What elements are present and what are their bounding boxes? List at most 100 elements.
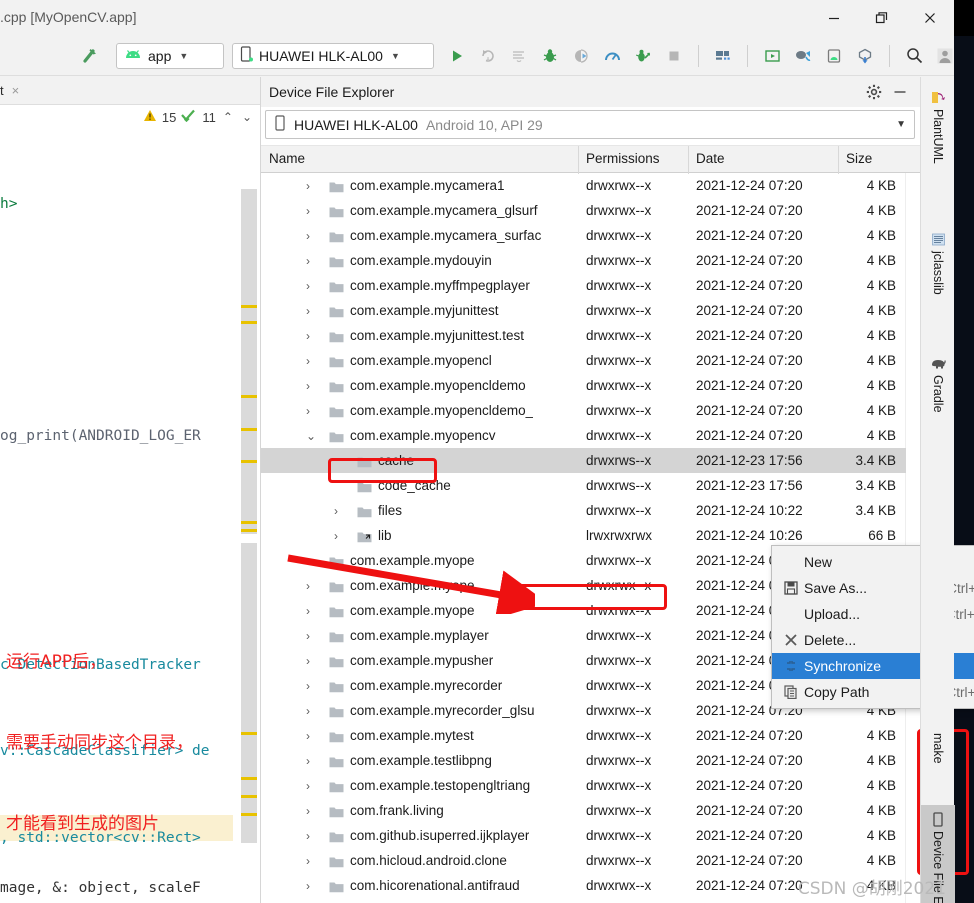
coverage-icon[interactable] bbox=[628, 41, 658, 71]
run-configuration-selector[interactable]: app ▼ bbox=[116, 42, 224, 69]
warning-triangle-icon bbox=[143, 109, 157, 125]
column-divider[interactable] bbox=[688, 146, 689, 174]
file-permissions: drwxrwx--x bbox=[586, 278, 652, 293]
editor-tab[interactable]: t × bbox=[0, 83, 19, 98]
table-row[interactable]: › com.example.myopencldemo drwxrwx--x 2021-… bbox=[261, 373, 906, 398]
chevron-right-icon[interactable]: › bbox=[306, 654, 310, 668]
file-size: 4 KB bbox=[866, 728, 896, 743]
stop-square-icon[interactable] bbox=[659, 41, 689, 71]
chevron-right-icon[interactable]: › bbox=[306, 829, 310, 843]
column-header-size[interactable]: Size bbox=[846, 151, 872, 166]
chevron-right-icon[interactable]: › bbox=[306, 579, 310, 593]
device-dropdown[interactable]: HUAWEI HLK-AL00 Android 10, API 29 ▼ bbox=[265, 110, 915, 139]
chevron-right-icon[interactable]: › bbox=[306, 304, 310, 318]
table-row[interactable]: › com.example.mycamera_surfac drwxrwx--x 20… bbox=[261, 223, 906, 248]
chevron-right-icon[interactable]: › bbox=[306, 879, 310, 893]
chevron-down-icon[interactable]: ⌄ bbox=[306, 429, 316, 443]
file-name: com.example.mycamera_glsurf bbox=[350, 203, 538, 218]
chevron-right-icon[interactable]: › bbox=[306, 179, 310, 193]
run-button[interactable] bbox=[442, 41, 472, 71]
search-icon[interactable] bbox=[899, 41, 929, 71]
device-selector[interactable]: HUAWEI HLK-AL00 ▼ bbox=[232, 42, 434, 69]
layout-inspector-icon[interactable] bbox=[788, 41, 818, 71]
column-header-name[interactable]: Name bbox=[269, 151, 305, 166]
table-row[interactable]: › com.example.testlibpng drwxrwx--x 2021-12… bbox=[261, 748, 906, 773]
table-row[interactable]: › files drwxrwx--x 2021-12-24 10:22 3.4 KB bbox=[261, 498, 906, 523]
sdk-manager-icon[interactable] bbox=[708, 41, 738, 71]
chevron-right-icon[interactable]: › bbox=[306, 554, 310, 568]
device-manager-icon[interactable] bbox=[819, 41, 849, 71]
editor-error-stripe[interactable] bbox=[241, 189, 257, 534]
chevron-right-icon[interactable]: › bbox=[306, 679, 310, 693]
tree-scroll-track[interactable] bbox=[905, 173, 920, 903]
table-row[interactable]: ⌄ com.example.myopencv drwxrwx--x 2021-12-2… bbox=[261, 423, 906, 448]
sidebar-tab-make[interactable]: make bbox=[921, 727, 955, 770]
sidebar-tab-plantuml[interactable]: PlantUML bbox=[921, 83, 955, 170]
chevron-right-icon[interactable]: › bbox=[334, 529, 338, 543]
chevron-right-icon[interactable]: › bbox=[306, 804, 310, 818]
table-row[interactable]: › com.frank.living drwxrwx--x 2021-12-24 07… bbox=[261, 798, 906, 823]
attach-debugger-icon[interactable] bbox=[566, 41, 596, 71]
column-divider[interactable] bbox=[578, 146, 579, 174]
chevron-up-icon[interactable]: ⌃ bbox=[221, 110, 235, 124]
table-row[interactable]: › com.example.myopencl drwxrwx--x 2021-12-2… bbox=[261, 348, 906, 373]
chevron-right-icon[interactable]: › bbox=[334, 504, 338, 518]
file-tree[interactable]: › com.example.mycamera1 drwxrwx--x 2021-12-… bbox=[261, 173, 906, 903]
profiler-gauge-icon[interactable] bbox=[597, 41, 627, 71]
table-row[interactable]: code_cache drwxrws--x 2021-12-23 17:56 3.4 … bbox=[261, 473, 906, 498]
table-row[interactable]: › com.example.testopengltriang drwxrwx--x 2… bbox=[261, 773, 906, 798]
file-date: 2021-12-24 07:20 bbox=[696, 328, 803, 343]
chevron-right-icon[interactable]: › bbox=[306, 254, 310, 268]
table-row[interactable]: › com.example.mycamera_glsurf drwxrwx--x 20… bbox=[261, 198, 906, 223]
gear-icon[interactable] bbox=[863, 81, 885, 103]
chevron-right-icon[interactable]: › bbox=[306, 379, 310, 393]
chevron-right-icon[interactable]: › bbox=[306, 704, 310, 718]
close-button[interactable] bbox=[906, 0, 954, 36]
avd-manager-icon[interactable] bbox=[757, 41, 787, 71]
right-tool-sidebar[interactable]: PlantUML jclasslib Gradle make Device File E… bbox=[920, 77, 955, 903]
file-name: com.frank.living bbox=[350, 803, 444, 818]
chevron-right-icon[interactable]: › bbox=[306, 204, 310, 218]
file-name: com.example.myopencldemo_ bbox=[350, 403, 534, 418]
chevron-right-icon[interactable]: › bbox=[306, 754, 310, 768]
chevron-right-icon[interactable]: › bbox=[306, 229, 310, 243]
table-row[interactable]: cache drwxrws--x 2021-12-23 17:56 3.4 KB bbox=[261, 448, 906, 473]
table-row[interactable]: › com.example.mycamera1 drwxrwx--x 2021-12-… bbox=[261, 173, 906, 198]
chevron-down-icon[interactable]: ⌄ bbox=[240, 110, 254, 124]
column-header-date[interactable]: Date bbox=[696, 151, 725, 166]
build-hammer-icon[interactable] bbox=[80, 46, 100, 66]
device-download-icon[interactable] bbox=[850, 41, 880, 71]
file-name: com.example.mycamera1 bbox=[350, 178, 505, 193]
column-header-permissions[interactable]: Permissions bbox=[586, 151, 660, 166]
table-row[interactable]: › com.github.isuperred.ijkplayer drwxrwx--… bbox=[261, 823, 906, 848]
chevron-right-icon[interactable]: › bbox=[306, 629, 310, 643]
restore-button[interactable] bbox=[858, 0, 906, 36]
chevron-right-icon[interactable]: › bbox=[306, 729, 310, 743]
chevron-right-icon[interactable]: › bbox=[306, 404, 310, 418]
table-row[interactable]: › com.example.mydouyin drwxrwx--x 2021-12-2… bbox=[261, 248, 906, 273]
close-icon[interactable]: × bbox=[12, 83, 20, 98]
chinese-annotation: 运行APP后， 需要手动同步这个目录， 才能看到生成的图片 bbox=[6, 595, 256, 892]
sidebar-tab-jclasslib[interactable]: jclasslib bbox=[921, 225, 955, 301]
chevron-right-icon[interactable]: › bbox=[306, 279, 310, 293]
column-divider[interactable] bbox=[838, 146, 839, 174]
table-row[interactable]: › com.example.mytest drwxrwx--x 2021-12-24 … bbox=[261, 723, 906, 748]
window-title: .cpp [MyOpenCV.app] bbox=[0, 9, 137, 25]
table-row[interactable]: › com.hicloud.android.clone drwxrwx--x 2021… bbox=[261, 848, 906, 873]
chevron-right-icon[interactable]: › bbox=[306, 329, 310, 343]
chevron-right-icon[interactable]: › bbox=[306, 854, 310, 868]
inspection-widget[interactable]: 15 11 ⌃ ⌄ bbox=[143, 109, 254, 125]
table-row[interactable]: › com.example.myffmpegplayer drwxrwx--x 202… bbox=[261, 273, 906, 298]
table-row[interactable]: › com.example.myjunittest drwxrwx--x 2021-1… bbox=[261, 298, 906, 323]
sidebar-tab-gradle[interactable]: Gradle bbox=[921, 349, 955, 419]
chevron-right-icon[interactable]: › bbox=[306, 354, 310, 368]
table-row[interactable]: › com.example.myopencldemo_ drwxrwx--x 2021… bbox=[261, 398, 906, 423]
apply-changes-icon[interactable]: A bbox=[473, 41, 503, 71]
minimize-button[interactable] bbox=[810, 0, 858, 36]
debug-bug-icon[interactable] bbox=[535, 41, 565, 71]
table-row[interactable]: › com.example.myjunittest.test drwxrwx--x 2… bbox=[261, 323, 906, 348]
code-changes-icon[interactable] bbox=[504, 41, 534, 71]
minimize-panel-icon[interactable] bbox=[889, 81, 911, 103]
chevron-right-icon[interactable]: › bbox=[306, 604, 310, 618]
chevron-right-icon[interactable]: › bbox=[306, 779, 310, 793]
